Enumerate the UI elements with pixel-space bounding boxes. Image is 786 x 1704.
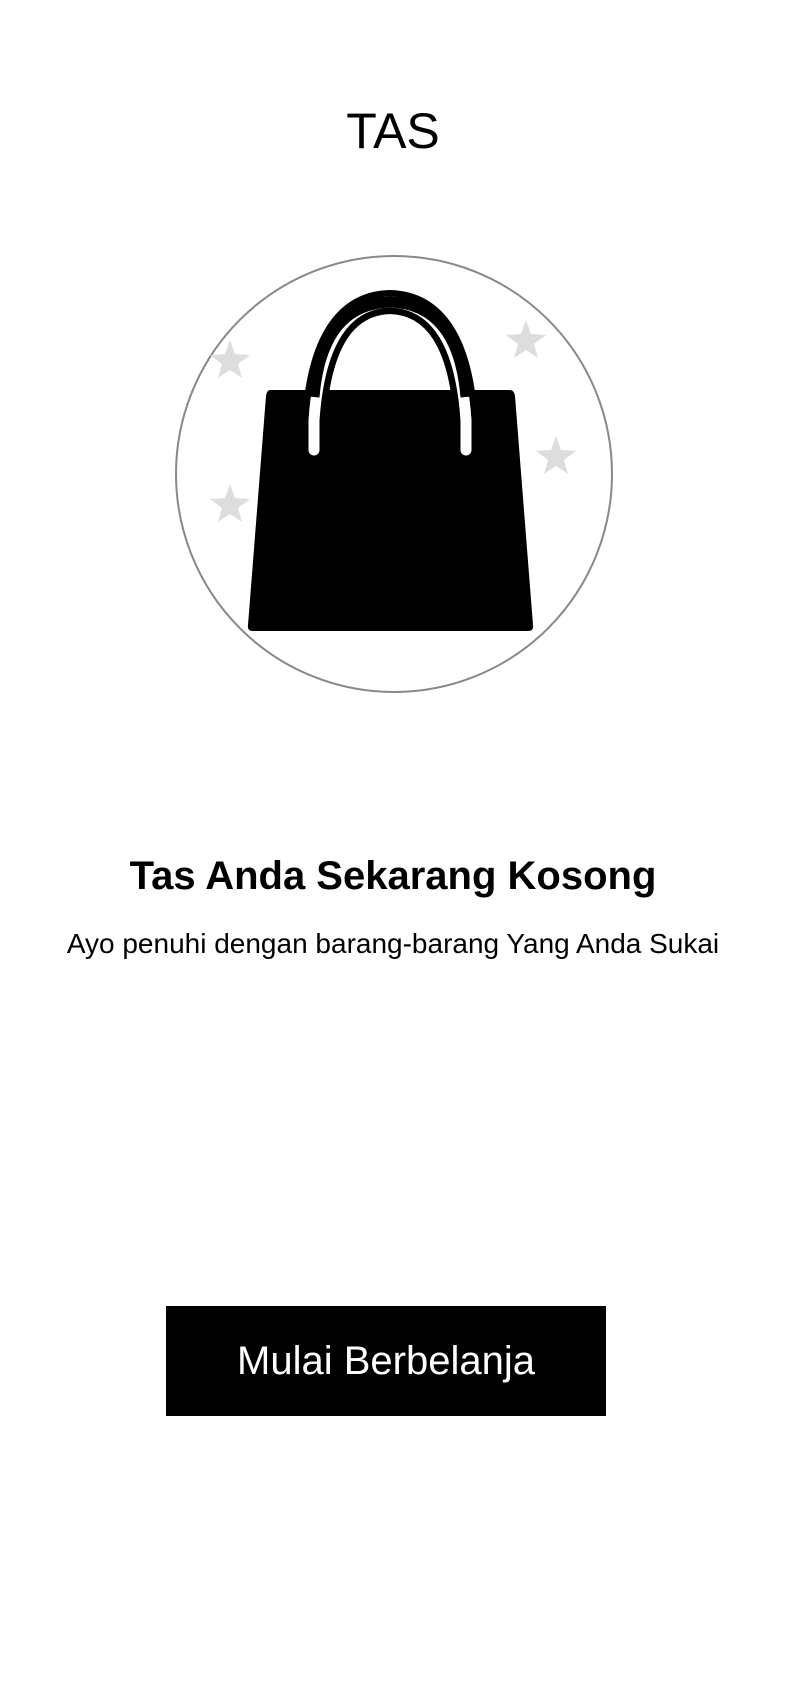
empty-bag-subtitle: Ayo penuhi dengan barang-barang Yang And…: [66, 928, 720, 959]
page-title: TAS: [346, 103, 440, 159]
start-shopping-button[interactable]: Mulai Berbelanja: [166, 1306, 606, 1416]
empty-bag-illustration: [174, 254, 614, 694]
empty-bag-title: Tas Anda Sekarang Kosong: [129, 854, 657, 898]
